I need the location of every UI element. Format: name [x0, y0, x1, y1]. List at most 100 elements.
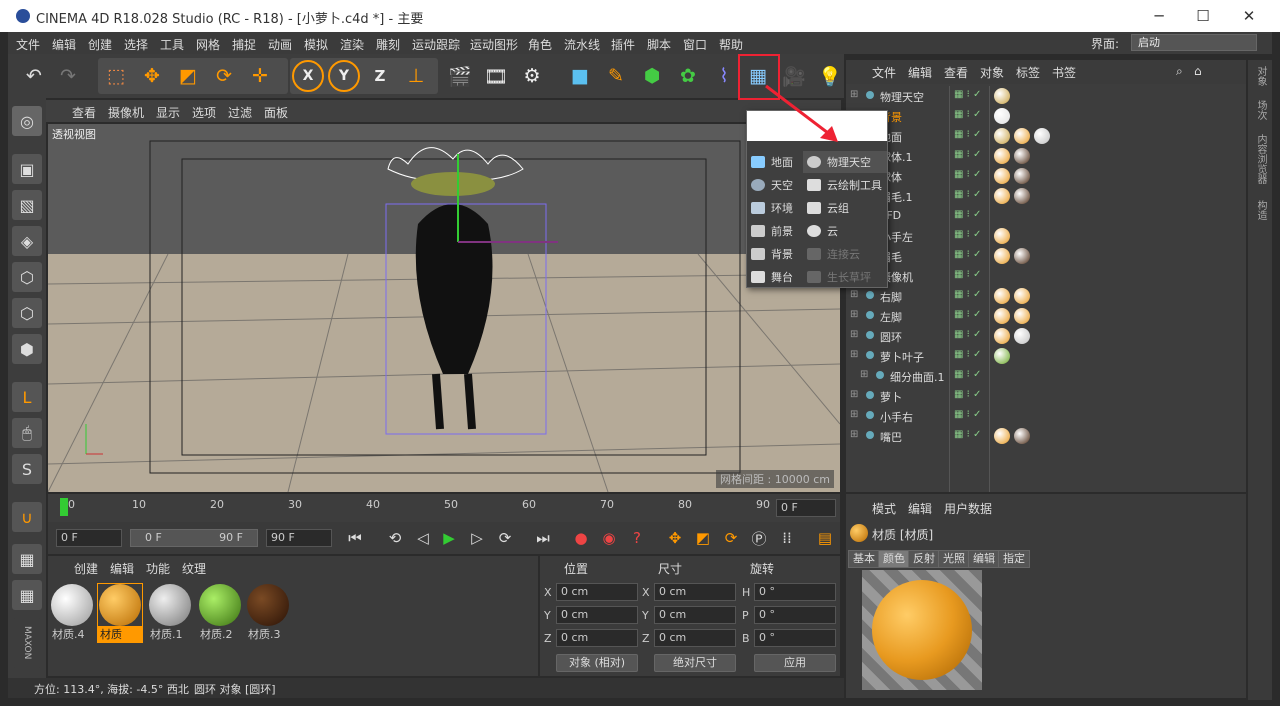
playhead[interactable]: [60, 498, 68, 516]
deformer-icon[interactable]: ⌇: [708, 60, 740, 92]
side-tab-takes[interactable]: 场次: [1252, 100, 1268, 120]
material-tag[interactable]: [1014, 148, 1030, 164]
axis-mode-icon[interactable]: L: [12, 382, 42, 412]
minimize-button[interactable]: ─: [1136, 4, 1182, 28]
mat-menu-create[interactable]: 创建: [74, 560, 98, 577]
material-item[interactable]: 材质.3: [246, 584, 290, 642]
subdivision-icon[interactable]: ⬢: [636, 60, 668, 92]
live-select-icon[interactable]: ⬚: [100, 60, 132, 92]
key-scale-icon[interactable]: ◩: [692, 527, 714, 549]
popup-item-grass[interactable]: 生长草坪: [803, 266, 887, 288]
expand-icon[interactable]: ⊞: [850, 309, 858, 320]
tab-assign[interactable]: 指定: [998, 550, 1030, 568]
material-tag[interactable]: [994, 148, 1010, 164]
model-mode-icon[interactable]: ▣: [12, 154, 42, 184]
redo-icon[interactable]: ↷: [52, 60, 84, 92]
tab-color[interactable]: 颜色: [878, 550, 910, 568]
key-pla-icon[interactable]: ⁞⁞: [776, 527, 798, 549]
visibility-toggle[interactable]: ▦ ⁝ ✓: [954, 329, 981, 340]
polygons-mode-icon[interactable]: ⬢: [12, 334, 42, 364]
visibility-toggle[interactable]: ▦ ⁝ ✓: [954, 389, 981, 400]
menu-pipeline[interactable]: 流水线: [564, 36, 600, 53]
tweak-mode-icon[interactable]: 🖱: [12, 418, 42, 448]
visibility-toggle[interactable]: ▦ ⁝ ✓: [954, 429, 981, 440]
cube-icon[interactable]: ■: [564, 60, 596, 92]
size-mode-select[interactable]: 绝对尺寸: [654, 654, 736, 672]
object-row[interactable]: ⊞球体.1▦ ⁝ ✓: [846, 146, 1246, 166]
visibility-toggle[interactable]: ▦ ⁝ ✓: [954, 369, 981, 380]
material-tag[interactable]: [994, 108, 1010, 124]
keyframe-selection-icon[interactable]: ?: [626, 527, 648, 549]
object-row[interactable]: ⊞ 萝卜叶子 ▦ ⁝ ✓: [846, 346, 1246, 366]
expand-icon[interactable]: ⊞: [850, 429, 858, 440]
material-tag[interactable]: [1014, 248, 1030, 264]
material-tag[interactable]: [1014, 128, 1030, 144]
mat-menu-texture[interactable]: 纹理: [182, 560, 206, 577]
previous-frame-icon[interactable]: ◁: [412, 527, 434, 549]
material-tag[interactable]: [994, 348, 1010, 364]
next-key-icon[interactable]: ⟳: [494, 527, 516, 549]
search-icon[interactable]: ⌕: [1176, 64, 1183, 79]
render-settings-icon[interactable]: ⚙: [516, 60, 548, 92]
texture-mode-icon[interactable]: ▧: [12, 190, 42, 220]
scale-icon[interactable]: ◩: [172, 60, 204, 92]
viewport-menu-filter[interactable]: 过滤: [228, 104, 252, 121]
key-rotation-icon[interactable]: ⟳: [720, 527, 742, 549]
object-row[interactable]: ⊞眉毛▦ ⁝ ✓: [846, 246, 1246, 266]
material-tag[interactable]: [1014, 308, 1030, 324]
visibility-toggle[interactable]: ▦ ⁝ ✓: [954, 169, 981, 180]
home-icon[interactable]: ⌂: [1194, 64, 1202, 78]
transform-icon[interactable]: ✛: [244, 60, 276, 92]
popup-item-cloud[interactable]: 云: [803, 220, 887, 242]
object-row[interactable]: ⊞ 物理天空 ▦ ⁝ ✓: [846, 86, 1246, 106]
material-tag[interactable]: [994, 228, 1010, 244]
pos-y-field[interactable]: 0 cm: [556, 606, 638, 624]
expand-icon[interactable]: ⊞: [850, 289, 858, 300]
pen-icon[interactable]: ✎: [600, 60, 632, 92]
snap-icon[interactable]: S: [12, 454, 42, 484]
attr-menu-mode[interactable]: 模式: [872, 500, 896, 517]
object-row[interactable]: ⊞ 圆环 ▦ ⁝ ✓: [846, 326, 1246, 346]
attr-menu-edit[interactable]: 编辑: [908, 500, 932, 517]
menu-motion-tracking[interactable]: 运动跟踪: [412, 36, 460, 53]
x-axis-icon[interactable]: X: [292, 60, 324, 92]
menu-create[interactable]: 创建: [88, 36, 112, 53]
side-tab-objects[interactable]: 对象: [1252, 66, 1268, 86]
close-button[interactable]: ✕: [1226, 4, 1272, 28]
material-tag[interactable]: [1014, 188, 1030, 204]
z-axis-icon[interactable]: Z: [364, 60, 396, 92]
om-menu-file[interactable]: 文件: [872, 64, 896, 81]
visibility-toggle[interactable]: ▦ ⁝ ✓: [954, 349, 981, 360]
mat-menu-function[interactable]: 功能: [146, 560, 170, 577]
layout-select[interactable]: 启动: [1131, 34, 1257, 51]
visibility-toggle[interactable]: ▦ ⁝ ✓: [954, 149, 981, 160]
visibility-toggle[interactable]: ▦ ⁝ ✓: [954, 109, 981, 120]
timeline-window-icon[interactable]: ▤: [814, 527, 836, 549]
menu-animate[interactable]: 动画: [268, 36, 292, 53]
expand-icon[interactable]: ⊞: [850, 329, 858, 340]
object-row[interactable]: ⊞地面▦ ⁝ ✓: [846, 126, 1246, 146]
visibility-toggle[interactable]: ▦ ⁝ ✓: [954, 189, 981, 200]
material-tag[interactable]: [994, 308, 1010, 324]
side-tab-structure[interactable]: 构造: [1252, 200, 1268, 220]
play-icon[interactable]: ▶: [438, 527, 460, 549]
magnet-icon[interactable]: ∪: [12, 502, 42, 532]
visibility-toggle[interactable]: ▦ ⁝ ✓: [954, 129, 981, 140]
menu-script[interactable]: 脚本: [647, 36, 671, 53]
menu-render[interactable]: 渲染: [340, 36, 364, 53]
previous-key-icon[interactable]: ⟲: [384, 527, 406, 549]
popup-item-physical-sky[interactable]: 物理天空: [803, 151, 887, 173]
om-menu-edit[interactable]: 编辑: [908, 64, 932, 81]
size-y-field[interactable]: 0 cm: [654, 606, 736, 624]
viewport-menu-display[interactable]: 显示: [156, 104, 180, 121]
pos-x-field[interactable]: 0 cm: [556, 583, 638, 601]
visibility-toggle[interactable]: ▦ ⁝ ✓: [954, 289, 981, 300]
visibility-toggle[interactable]: ▦ ⁝ ✓: [954, 209, 981, 220]
end-frame-field[interactable]: 90 F: [266, 529, 332, 547]
mat-menu-edit[interactable]: 编辑: [110, 560, 134, 577]
material-tag[interactable]: [1014, 168, 1030, 184]
menu-plugins[interactable]: 插件: [611, 36, 635, 53]
visibility-toggle[interactable]: ▦ ⁝ ✓: [954, 89, 981, 100]
material-item[interactable]: 材质.2: [198, 584, 242, 642]
menu-help[interactable]: 帮助: [719, 36, 743, 53]
